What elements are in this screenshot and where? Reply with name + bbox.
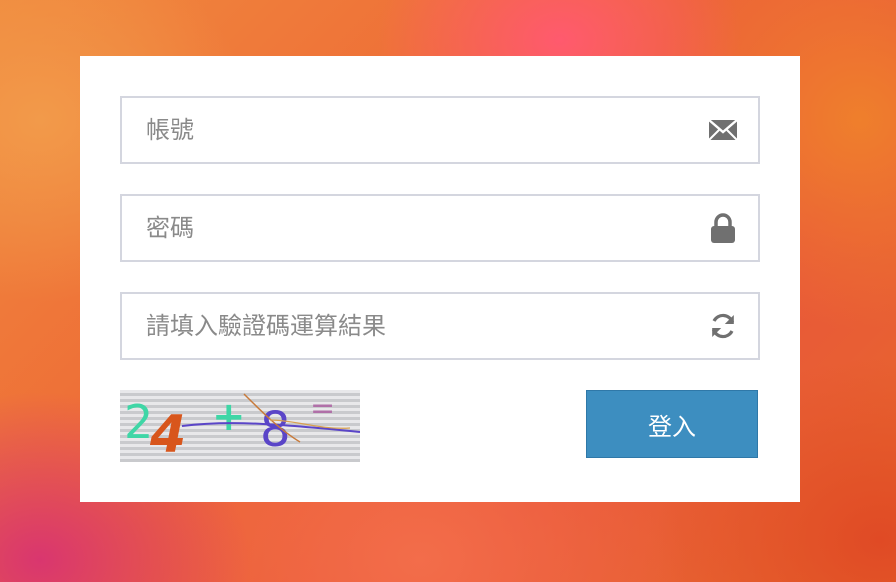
- envelope-icon: [706, 113, 740, 147]
- refresh-icon[interactable]: [706, 309, 740, 343]
- captcha-image: 2 4 + 8 =: [120, 390, 360, 462]
- login-button[interactable]: 登入: [586, 390, 758, 458]
- captcha-char-4: 4: [149, 405, 186, 462]
- captcha-char-equals: =: [310, 391, 335, 426]
- password-field[interactable]: [120, 194, 760, 262]
- account-field[interactable]: [120, 96, 760, 164]
- captcha-char-2: 2: [124, 395, 153, 449]
- captcha-input[interactable]: [122, 294, 706, 358]
- password-input[interactable]: [122, 196, 706, 260]
- lock-icon: [706, 211, 740, 245]
- login-card: 2 4 + 8 = 登入: [80, 56, 800, 502]
- account-input[interactable]: [122, 98, 706, 162]
- captcha-char-8: 8: [260, 402, 291, 458]
- captcha-char-plus: +: [212, 394, 246, 440]
- captcha-field[interactable]: [120, 292, 760, 360]
